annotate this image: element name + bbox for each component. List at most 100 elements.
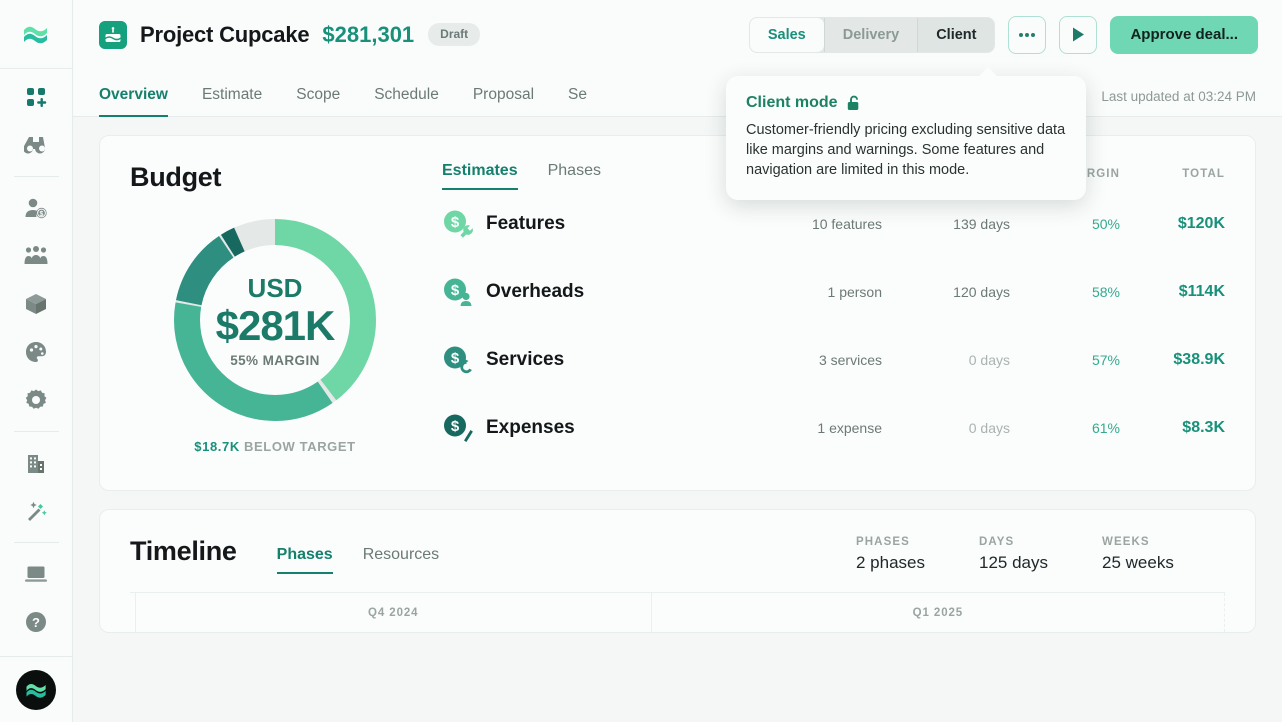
sidebar-item-devices[interactable] xyxy=(14,550,58,598)
laptop-icon xyxy=(25,566,47,582)
dollar-person-icon: $ xyxy=(444,278,472,306)
row-work-days: 0 days xyxy=(968,420,1010,436)
sidebar-item-dashboard[interactable] xyxy=(14,73,58,121)
sidebar-divider xyxy=(13,431,59,432)
binoculars-icon xyxy=(24,137,46,154)
project-icon-wrapper xyxy=(99,20,127,49)
row-total: $120K xyxy=(1177,215,1225,232)
sidebar-item-design[interactable] xyxy=(14,328,58,376)
waves-logo-icon xyxy=(24,26,47,44)
row-name: Overheads xyxy=(486,281,585,302)
row-values: 1 expense 0 days 61% $8.3K xyxy=(762,419,1225,437)
mode-toggle-delivery[interactable]: Delivery xyxy=(824,17,918,52)
dollar-receipt-icon: $ xyxy=(444,414,473,442)
tab-scope[interactable]: Scope xyxy=(296,86,340,116)
sidebar-item-explore[interactable] xyxy=(14,121,58,169)
svg-text:$: $ xyxy=(40,211,44,218)
unlocked-padlock-icon xyxy=(847,95,858,110)
row-work-days: 139 days xyxy=(953,216,1010,232)
timeline-stat-days: DAYS 125 days xyxy=(979,536,1102,573)
row-total: $38.9K xyxy=(1173,351,1225,368)
mode-toggle-client[interactable]: Client xyxy=(918,17,995,52)
budget-table-panel: Estimates Phases SCOPE WORK DAYS MARGIN … xyxy=(420,162,1225,462)
status-badge: Draft xyxy=(428,23,481,46)
sidebar-item-products[interactable] xyxy=(14,280,58,328)
topbar: Project Cupcake $281,301 Draft Sales Del… xyxy=(73,0,1282,69)
last-updated-label: Last updated at 03:24 PM xyxy=(1101,89,1256,104)
app-root: $ ? Project Cupcake $281,301 Draft Sales… xyxy=(0,0,1282,722)
timeline-axis: Q4 2024 Q1 2025 xyxy=(130,592,1225,632)
budget-donut-chart: USD $281K 55% MARGIN xyxy=(130,215,420,425)
table-row[interactable]: $ Expenses 1 expense 0 days 61% $8.3K xyxy=(442,394,1225,462)
table-row[interactable]: $ Features 10 features 139 days 50% $120… xyxy=(442,190,1225,258)
below-target-amount: $18.7K xyxy=(194,439,240,454)
stat-label: WEEKS xyxy=(1102,536,1150,548)
sidebar-item-settings[interactable] xyxy=(14,376,58,424)
timeline-quarter-q4-2024: Q4 2024 xyxy=(136,593,652,632)
sidebar-divider xyxy=(13,542,59,543)
subtab-phases[interactable]: Phases xyxy=(276,546,333,574)
nav-tabs: Overview Estimate Scope Schedule Proposa… xyxy=(73,69,1282,117)
row-total: $8.3K xyxy=(1182,419,1225,436)
row-values: 10 features 139 days 50% $120K xyxy=(762,215,1225,233)
client-mode-tooltip: Client mode Customer-friendly pricing ex… xyxy=(726,67,1086,200)
content-area: Budget USD $281K 55% MARGIN $18.7K BELOW… xyxy=(73,135,1282,722)
timeline-subtabs: Phases Resources xyxy=(276,536,470,574)
row-scope: 1 person xyxy=(827,284,882,300)
sidebar-account[interactable] xyxy=(0,656,73,722)
subtab-estimates[interactable]: Estimates xyxy=(442,162,518,190)
stat-value: 25 weeks xyxy=(1102,553,1174,572)
row-name: Features xyxy=(486,213,566,234)
ellipsis-icon xyxy=(1019,32,1036,37)
timeline-stats: PHASES 2 phases DAYS 125 days WEEKS 25 w… xyxy=(856,536,1225,573)
tab-settings[interactable]: Se xyxy=(568,86,587,116)
svg-text:?: ? xyxy=(32,615,40,630)
person-dollar-icon: $ xyxy=(25,198,47,219)
sidebar-item-team[interactable] xyxy=(14,232,58,280)
svg-text:$: $ xyxy=(451,282,460,299)
play-icon xyxy=(1073,27,1085,42)
svg-text:$: $ xyxy=(451,418,460,435)
subtab-phases[interactable]: Phases xyxy=(548,162,601,190)
approve-deal-button[interactable]: Approve deal... xyxy=(1110,15,1258,54)
tab-proposal[interactable]: Proposal xyxy=(473,86,534,116)
tab-schedule[interactable]: Schedule xyxy=(374,86,439,116)
row-scope: 3 services xyxy=(818,352,882,368)
sidebar-divider xyxy=(13,176,59,177)
sidebar-item-help[interactable]: ? xyxy=(14,598,58,646)
play-button[interactable] xyxy=(1059,15,1098,54)
subtab-resources[interactable]: Resources xyxy=(363,546,439,574)
row-work-days: 0 days xyxy=(968,352,1010,368)
tooltip-title: Client mode xyxy=(746,94,838,111)
help-circle-icon: ? xyxy=(26,612,46,632)
row-margin: 58% xyxy=(1091,284,1120,300)
sidebar-logo[interactable] xyxy=(0,0,73,69)
more-options-button[interactable] xyxy=(1008,15,1047,54)
table-row[interactable]: $ Overheads 1 person 120 days 58% $114K xyxy=(442,258,1225,326)
timeline-stat-weeks: WEEKS 25 weeks xyxy=(1102,536,1225,573)
timeline-header: Timeline Phases Resources PHASES 2 phase… xyxy=(130,536,1225,574)
row-total: $114K xyxy=(1178,283,1225,300)
svg-text:$: $ xyxy=(451,350,460,367)
donut-currency: USD xyxy=(247,272,303,303)
donut-center-label: USD $281K 55% MARGIN xyxy=(130,215,420,425)
waves-avatar-icon xyxy=(26,683,46,698)
sidebar-item-automations[interactable] xyxy=(14,487,58,535)
building-icon xyxy=(28,455,44,473)
mode-toggle-group: Sales Delivery Client xyxy=(748,16,996,53)
mode-toggle-sales[interactable]: Sales xyxy=(749,17,824,52)
tab-overview[interactable]: Overview xyxy=(99,86,168,117)
table-row[interactable]: $ Services 3 services 0 days 57% $38.9K xyxy=(442,326,1225,394)
avatar[interactable] xyxy=(16,669,56,710)
row-name: Expenses xyxy=(486,417,575,438)
row-scope: 10 features xyxy=(811,216,882,232)
donut-value: $281K xyxy=(215,301,336,349)
sidebar: $ ? xyxy=(0,0,73,722)
tab-estimate[interactable]: Estimate xyxy=(202,86,262,116)
budget-heading: Budget xyxy=(130,162,222,192)
sidebar-item-sales[interactable]: $ xyxy=(14,184,58,232)
sidebar-item-company[interactable] xyxy=(14,439,58,487)
page-title: Project Cupcake xyxy=(140,21,310,47)
stat-label: PHASES xyxy=(856,536,910,548)
timeline-card: Timeline Phases Resources PHASES 2 phase… xyxy=(99,509,1256,633)
